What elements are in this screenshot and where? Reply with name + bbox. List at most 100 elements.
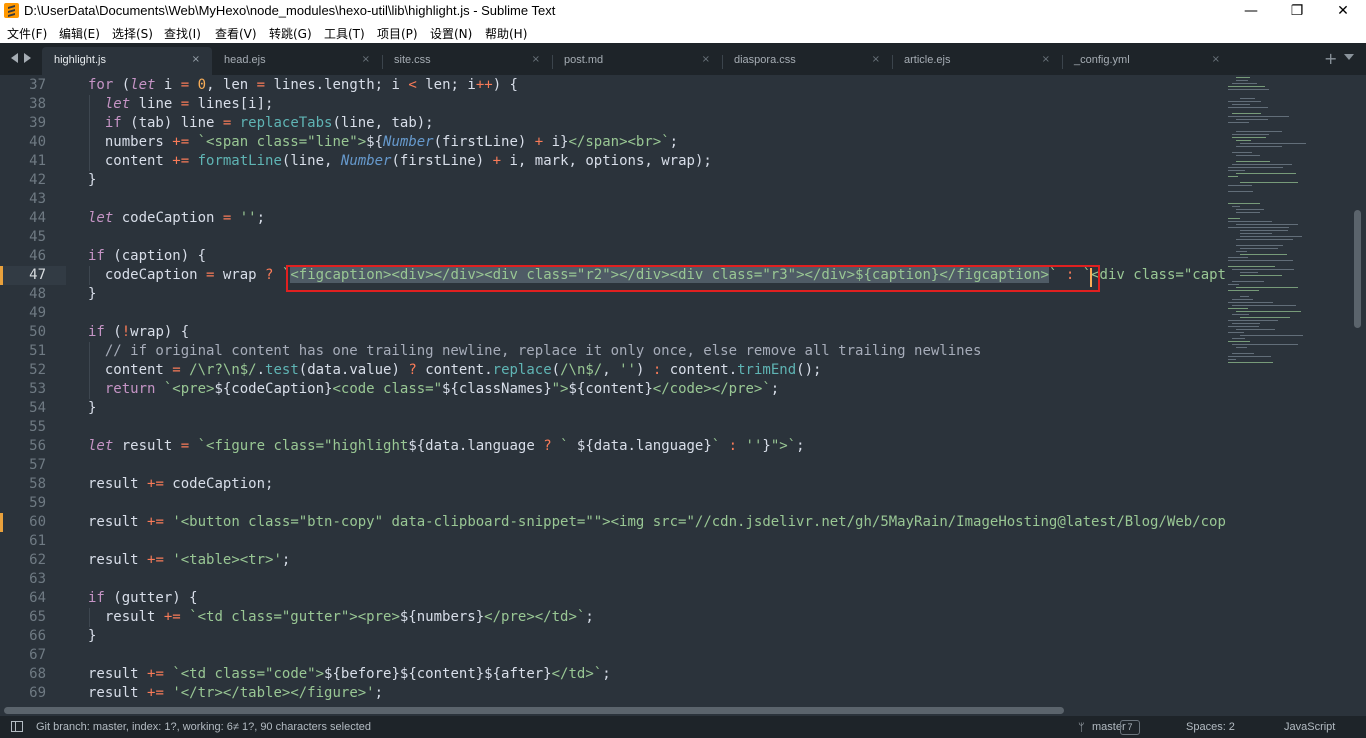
code-line: if (!wrap) { xyxy=(88,324,190,340)
tab-close-icon[interactable]: × xyxy=(872,54,880,65)
indentation-setting[interactable]: Spaces: 2 xyxy=(1186,721,1235,733)
minimap-line xyxy=(1240,230,1288,231)
minimap-line xyxy=(1236,140,1251,141)
tab-close-icon[interactable]: × xyxy=(362,54,370,65)
minimap-line xyxy=(1232,206,1240,207)
code-line: result += '<table><tr>'; xyxy=(88,552,291,568)
menu-find[interactable]: 查找(I) xyxy=(164,25,201,42)
code-line: let codeCaption = ''; xyxy=(88,210,266,226)
minimap-line xyxy=(1228,101,1261,102)
minimap-line xyxy=(1240,236,1302,237)
text-cursor xyxy=(1090,268,1092,287)
line-number: 64 xyxy=(29,590,46,606)
vertical-scrollbar[interactable] xyxy=(1352,75,1366,705)
tab-article-ejs[interactable]: article.ejs × xyxy=(892,47,1062,75)
line-number: 49 xyxy=(29,305,46,321)
tab-site-css[interactable]: site.css × xyxy=(382,47,552,75)
minimap-line xyxy=(1236,212,1260,213)
minimap-line xyxy=(1228,167,1283,168)
menu-edit[interactable]: 编辑(E) xyxy=(59,25,100,42)
menu-goto[interactable]: 转跳(G) xyxy=(269,25,312,42)
menu-selection[interactable]: 选择(S) xyxy=(112,25,153,42)
menu-project[interactable]: 项目(P) xyxy=(377,25,418,42)
toggle-panel-icon[interactable] xyxy=(11,721,23,732)
minimap-line xyxy=(1228,266,1275,267)
code-line: if (caption) { xyxy=(88,248,207,264)
minimap-line xyxy=(1232,137,1266,138)
menu-help[interactable]: 帮助(H) xyxy=(485,25,527,42)
minimap-line xyxy=(1228,203,1260,204)
tab-bar: highlight.js × head.ejs × site.css × pos… xyxy=(0,43,1366,75)
tab-close-icon[interactable]: × xyxy=(1042,54,1050,65)
tab-close-icon[interactable]: × xyxy=(532,54,540,65)
minimap-line xyxy=(1240,254,1287,255)
line-number: 38 xyxy=(29,96,46,112)
minimap-line xyxy=(1228,227,1289,228)
tab-scroll-right-icon[interactable] xyxy=(24,53,31,63)
line-number: 50 xyxy=(29,324,46,340)
minimap-line xyxy=(1228,332,1244,333)
menu-file[interactable]: 文件(F) xyxy=(7,25,47,42)
maximize-button[interactable]: ❐ xyxy=(1274,0,1320,22)
minimap-line xyxy=(1228,116,1289,117)
minimap-line xyxy=(1240,233,1272,234)
tab-label: head.ejs xyxy=(224,54,266,66)
syntax-selector[interactable]: JavaScript xyxy=(1284,721,1335,733)
tab-head-ejs[interactable]: head.ejs × xyxy=(212,47,382,75)
vertical-scrollbar-thumb[interactable] xyxy=(1354,210,1361,328)
minimap-content xyxy=(1228,77,1306,363)
horizontal-scrollbar-thumb[interactable] xyxy=(4,707,1064,714)
tab-config-yml[interactable]: _config.yml × xyxy=(1062,47,1232,75)
code-line: } xyxy=(88,628,97,644)
code-editor[interactable]: 37 38 39 40 41 42 43 44 45 46 47 48 49 5… xyxy=(0,75,1226,705)
code-line: result += '</tr></table></figure>'; xyxy=(88,685,384,701)
minimap-line xyxy=(1236,155,1260,156)
menu-preferences[interactable]: 设置(N) xyxy=(430,25,472,42)
new-tab-icon[interactable]: + xyxy=(1324,49,1337,68)
minimap-line xyxy=(1236,311,1301,312)
minimap-line xyxy=(1228,356,1271,357)
minimize-button[interactable]: — xyxy=(1228,0,1274,22)
tab-list-chevron-down-icon[interactable] xyxy=(1344,54,1354,60)
tab-close-icon[interactable]: × xyxy=(1212,54,1220,65)
tab-close-icon[interactable]: × xyxy=(702,54,710,65)
minimap-line xyxy=(1228,107,1268,108)
close-window-button[interactable]: ✕ xyxy=(1320,0,1366,22)
minimap-line xyxy=(1228,86,1265,87)
minimap-line xyxy=(1232,281,1264,282)
minimap[interactable] xyxy=(1226,75,1352,705)
minimap-line xyxy=(1228,326,1259,327)
minimap-line xyxy=(1232,269,1294,270)
minimap-line xyxy=(1232,83,1257,84)
minimap-line xyxy=(1228,341,1250,342)
line-number: 52 xyxy=(29,362,46,378)
tab-scroll-left-icon[interactable] xyxy=(11,53,18,63)
horizontal-scrollbar[interactable] xyxy=(0,705,1226,716)
tab-diaspora-css[interactable]: diaspora.css × xyxy=(722,47,892,75)
code-line: if (tab) line = replaceTabs(line, tab); xyxy=(104,115,434,131)
minimap-line xyxy=(1236,239,1293,240)
line-number: 59 xyxy=(29,495,46,511)
minimap-line xyxy=(1228,218,1240,219)
code-line: result += codeCaption; xyxy=(88,476,274,492)
minimap-line xyxy=(1236,251,1247,252)
code-line: content += formatLine(line, Number(first… xyxy=(88,153,712,169)
minimap-line xyxy=(1232,323,1260,324)
code-line: } xyxy=(88,286,97,302)
code-line: if (gutter) { xyxy=(88,590,198,606)
minimap-line xyxy=(1240,317,1290,318)
git-status-text: Git branch: master, index: 1?, working: … xyxy=(36,721,371,733)
minimap-line xyxy=(1236,245,1283,246)
menu-tools[interactable]: 工具(T) xyxy=(324,25,365,42)
tab-close-icon[interactable]: × xyxy=(192,54,200,65)
menu-view[interactable]: 查看(V) xyxy=(215,25,257,42)
line-number: 56 xyxy=(29,438,46,454)
minimap-line xyxy=(1228,359,1236,360)
minimap-lines xyxy=(1228,77,1306,363)
tab-post-md[interactable]: post.md × xyxy=(552,47,722,75)
minimap-line xyxy=(1232,104,1250,105)
minimap-line xyxy=(1232,164,1292,165)
line-number: 62 xyxy=(29,552,46,568)
tab-highlight-js[interactable]: highlight.js × xyxy=(42,47,212,75)
minimap-line xyxy=(1232,113,1261,114)
